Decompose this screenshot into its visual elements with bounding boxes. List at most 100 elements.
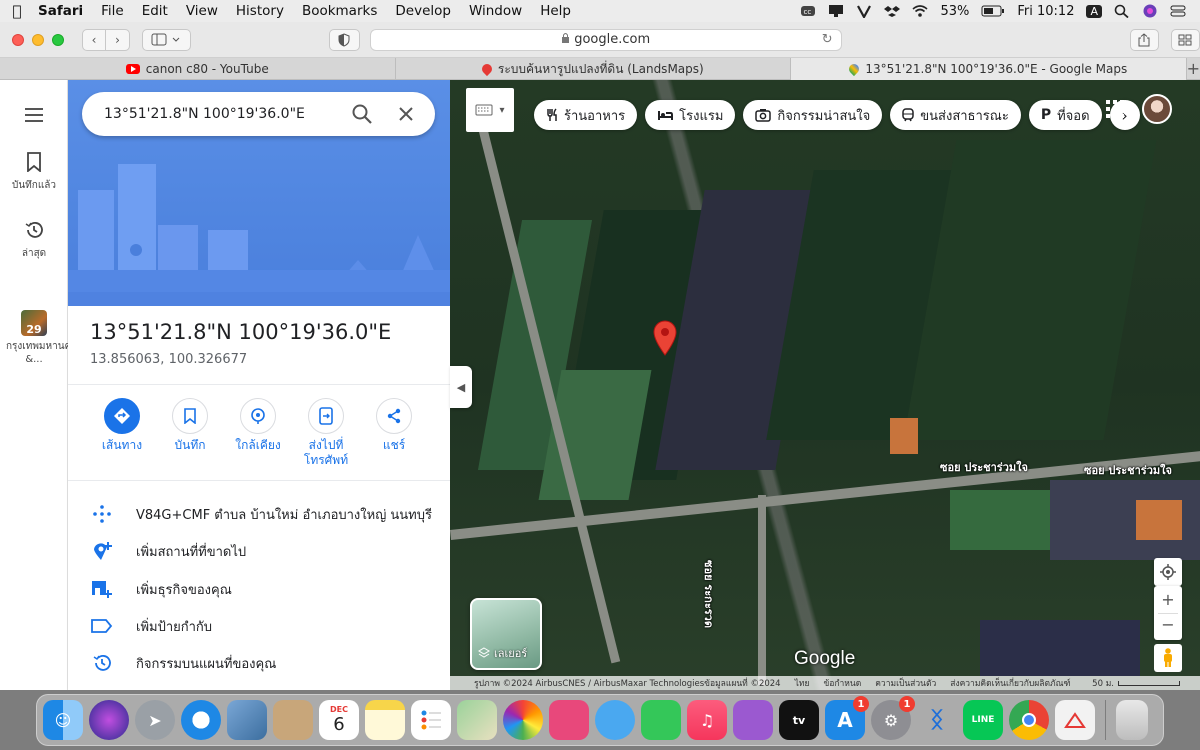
address-bar[interactable]: google.com ↻: [369, 28, 842, 51]
reminders-icon[interactable]: [411, 700, 451, 740]
input-source-icon[interactable]: A: [1086, 4, 1102, 18]
preview-icon[interactable]: [227, 700, 267, 740]
send-to-phone-button[interactable]: ส่งไปที่โทรศัพท์: [292, 398, 360, 468]
facetime-icon[interactable]: [641, 700, 681, 740]
messages-icon[interactable]: [595, 700, 635, 740]
nearby-button[interactable]: ใกล้เคียง: [224, 398, 292, 468]
menu-history[interactable]: History: [227, 3, 293, 19]
layers-button[interactable]: เลเยอร์: [470, 598, 542, 670]
rail-saved[interactable]: บันทึกแล้ว: [0, 152, 68, 193]
search-input[interactable]: 13°51'21.8"N 100°19'36.0"E: [104, 106, 305, 122]
chip-parking[interactable]: P ที่จอด: [1028, 100, 1102, 130]
tab-overview-button[interactable]: [1170, 28, 1200, 51]
share-place-button[interactable]: แชร์: [360, 398, 428, 468]
category-chips: ร้านอาหาร โรงแรม กิจกรรมน่าสนใจ ขนส่งสาธ…: [534, 100, 1140, 130]
music-icon[interactable]: ♫: [687, 700, 727, 740]
dropbox-icon[interactable]: [884, 4, 901, 18]
vpn-icon[interactable]: [856, 4, 872, 20]
share-button[interactable]: [1129, 28, 1159, 51]
reload-icon[interactable]: ↻: [822, 32, 833, 47]
back-button[interactable]: ‹: [82, 28, 106, 51]
street-view-pegman-button[interactable]: [1154, 644, 1182, 672]
fullscreen-window-button[interactable]: [52, 33, 64, 46]
close-window-button[interactable]: [12, 33, 24, 46]
menu-edit[interactable]: Edit: [133, 3, 177, 19]
menu-window[interactable]: Window: [460, 3, 531, 19]
tab-landsmaps[interactable]: ระบบค้นหารูปแปลงที่ดิน (LandsMaps): [396, 58, 792, 80]
finder-icon[interactable]: ☺: [43, 700, 83, 740]
photos-icon[interactable]: [503, 700, 543, 740]
safari-icon[interactable]: [181, 700, 221, 740]
feedback-link[interactable]: ส่งความคิดเห็นเกี่ยวกับผลิตภัณฑ์: [950, 676, 1070, 690]
chip-transit[interactable]: ขนส่งสาธารณะ: [890, 100, 1021, 130]
rail-recent[interactable]: ล่าสุด: [0, 220, 68, 261]
privacy-report-button[interactable]: [328, 28, 360, 51]
launchpad-icon[interactable]: ➤: [135, 700, 175, 740]
add-business-row[interactable]: เพิ่มธุรกิจของคุณ: [90, 577, 232, 601]
control-center-icon[interactable]: [1170, 4, 1186, 18]
rail-recent-place[interactable]: 29 กรุงเทพมหานคร &...: [0, 310, 77, 366]
zoom-in-button[interactable]: +: [1161, 587, 1174, 613]
add-label-row[interactable]: เพิ่มป้ายกำกับ: [90, 614, 212, 638]
add-missing-place-row[interactable]: เพิ่มสถานที่ที่ขาดไป: [90, 539, 246, 563]
search-box[interactable]: 13°51'21.8"N 100°19'36.0"E: [82, 92, 435, 136]
my-location-button[interactable]: [1154, 558, 1182, 586]
satellite-map[interactable]: ▾ ร้านอาหาร โรงแรม กิจกรรมน่าสนใจ ขนส่งส…: [450, 80, 1200, 690]
map-activity-row[interactable]: กิจกรรมบนแผนที่ของคุณ: [90, 651, 276, 675]
collapse-panel-button[interactable]: ◀: [450, 366, 472, 408]
chip-things-to-do[interactable]: กิจกรรมน่าสนใจ: [743, 100, 883, 130]
tab-google-maps[interactable]: 13°51'21.8"N 100°19'36.0"E - Google Maps: [791, 58, 1187, 80]
close-icon[interactable]: [395, 103, 417, 129]
menu-bookmarks[interactable]: Bookmarks: [293, 3, 386, 19]
line-icon[interactable]: LINE: [963, 700, 1003, 740]
minimize-window-button[interactable]: [32, 33, 44, 46]
menu-develop[interactable]: Develop: [386, 3, 460, 19]
siri-menubar-icon[interactable]: [1142, 4, 1158, 18]
calendar-icon[interactable]: DEC 6: [319, 700, 359, 740]
zoom-out-button[interactable]: −: [1158, 613, 1178, 639]
google-apps-icon[interactable]: [1106, 100, 1124, 118]
privacy-link[interactable]: ความเป็นส่วนตัว: [875, 676, 936, 690]
forward-button[interactable]: ›: [106, 28, 130, 51]
maps-icon[interactable]: [457, 700, 497, 740]
map-pin-icon[interactable]: [652, 320, 678, 360]
wifi-icon[interactable]: [912, 4, 928, 18]
menu-icon[interactable]: [25, 108, 43, 126]
trash-icon[interactable]: [1116, 700, 1148, 740]
app-store-icon[interactable]: A1: [825, 696, 869, 740]
contacts-icon[interactable]: [273, 700, 313, 740]
tab-youtube[interactable]: canon c80 - YouTube: [0, 58, 396, 80]
notes-icon[interactable]: [365, 700, 405, 740]
battery-icon[interactable]: [981, 4, 1005, 18]
keynote-icon[interactable]: [549, 700, 589, 740]
plus-code-row[interactable]: V84G+CMF ตำบล บ้านใหม่ อำเภอบางใหญ่ นนทบ…: [90, 502, 432, 526]
chip-restaurants[interactable]: ร้านอาหาร: [534, 100, 638, 130]
bluetooth-icon[interactable]: ᛝ: [917, 700, 957, 740]
save-button[interactable]: บันทึก: [156, 398, 224, 468]
terms-link[interactable]: ข้อกำหนด: [823, 676, 861, 690]
sidebar-toggle-button[interactable]: [142, 28, 191, 51]
spotlight-search-icon[interactable]: [1114, 4, 1130, 19]
podcasts-icon[interactable]: [733, 700, 773, 740]
map-scale[interactable]: 50 ม.: [1092, 676, 1200, 690]
siri-icon[interactable]: [89, 700, 129, 740]
new-tab-button[interactable]: +: [1187, 58, 1200, 79]
avatar[interactable]: [1142, 94, 1172, 124]
pdf-app-icon[interactable]: [1055, 700, 1095, 740]
menubar-clock[interactable]: Fri 10:12: [1017, 4, 1074, 19]
menu-app-name[interactable]: Safari: [34, 3, 92, 19]
menu-help[interactable]: Help: [531, 3, 580, 19]
menu-file[interactable]: File: [92, 3, 133, 19]
keyboard-shortcuts-button[interactable]: ▾: [466, 88, 514, 132]
system-preferences-icon[interactable]: ⚙ 1: [871, 696, 915, 740]
menu-view[interactable]: View: [177, 3, 227, 19]
directions-button[interactable]: เส้นทาง: [88, 398, 156, 468]
chrome-icon[interactable]: [1009, 700, 1049, 740]
notification-icon[interactable]: [828, 4, 844, 18]
language-link[interactable]: ไทย: [795, 676, 810, 690]
chip-hotels[interactable]: โรงแรม: [645, 100, 736, 130]
search-icon[interactable]: [351, 103, 373, 129]
cc-icon[interactable]: cc: [800, 4, 816, 18]
apple-menu-icon[interactable]: : [0, 2, 34, 20]
apple-tv-icon[interactable]: tv: [779, 700, 819, 740]
